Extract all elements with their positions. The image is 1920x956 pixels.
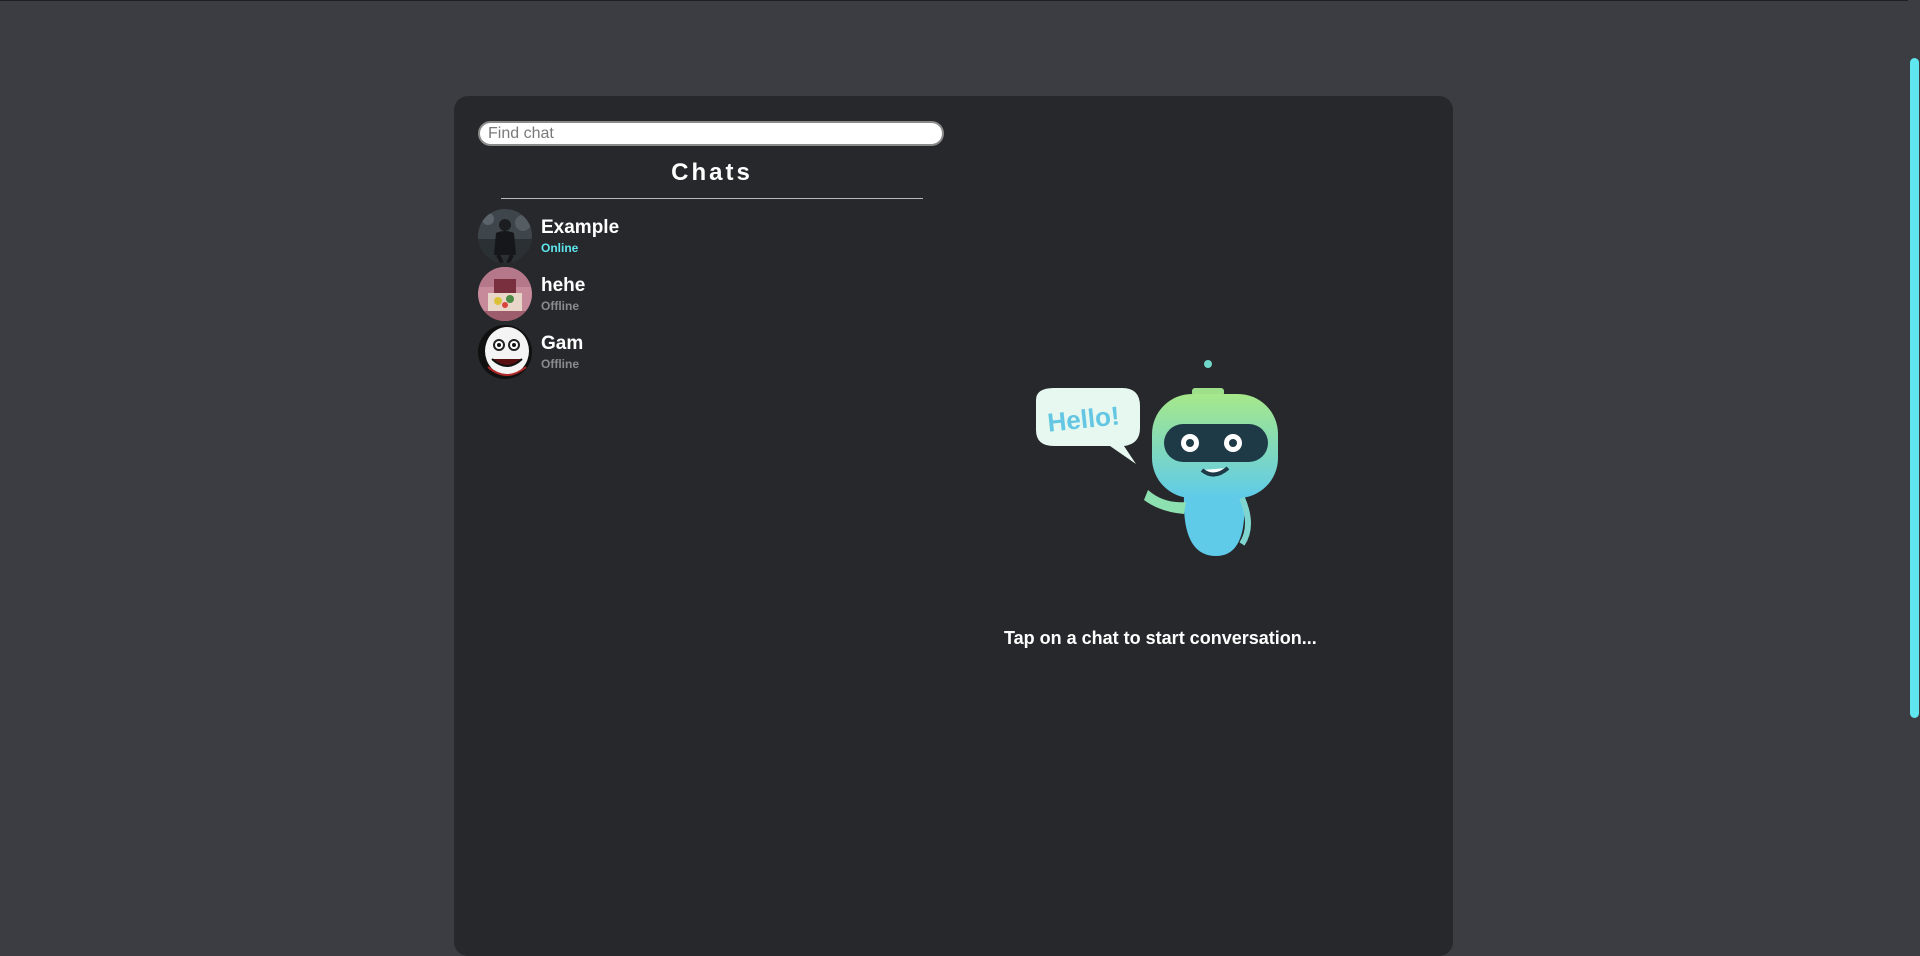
welcome-placeholder: Hello! Tap on a chat to start conversati… <box>1004 358 1317 649</box>
sidebar-divider <box>501 198 923 199</box>
chat-status: Offline <box>541 356 579 371</box>
avatar <box>478 325 532 379</box>
chat-item-hehe[interactable]: hehe Offline <box>478 265 946 323</box>
sidebar-title: Chats <box>671 159 753 186</box>
chat-name: hehe <box>541 274 586 296</box>
chat-status: Online <box>541 240 579 255</box>
chat-item-example[interactable]: Example Online <box>478 207 946 265</box>
welcome-message: Tap on a chat to start conversation... <box>1004 628 1317 648</box>
avatar <box>478 209 532 263</box>
search-input[interactable] <box>478 121 944 146</box>
chat-app-panel: Chats Example Online <box>454 96 1453 956</box>
chat-sidebar: Chats Example Online <box>478 121 946 381</box>
window-top-border <box>0 0 1920 1</box>
chat-name: Gam <box>541 332 584 354</box>
scrollbar-thumb[interactable] <box>1910 58 1919 718</box>
robot-illustration: Hello! <box>1036 360 1278 556</box>
chat-name: Example <box>541 216 620 238</box>
avatar <box>478 267 532 321</box>
chat-item-gam[interactable]: Gam Offline <box>478 323 946 381</box>
page-scrollbar[interactable] <box>1908 0 1920 934</box>
chat-list: Example Online hehe Offline Gam Offline <box>478 207 946 381</box>
chat-status: Offline <box>541 298 579 313</box>
